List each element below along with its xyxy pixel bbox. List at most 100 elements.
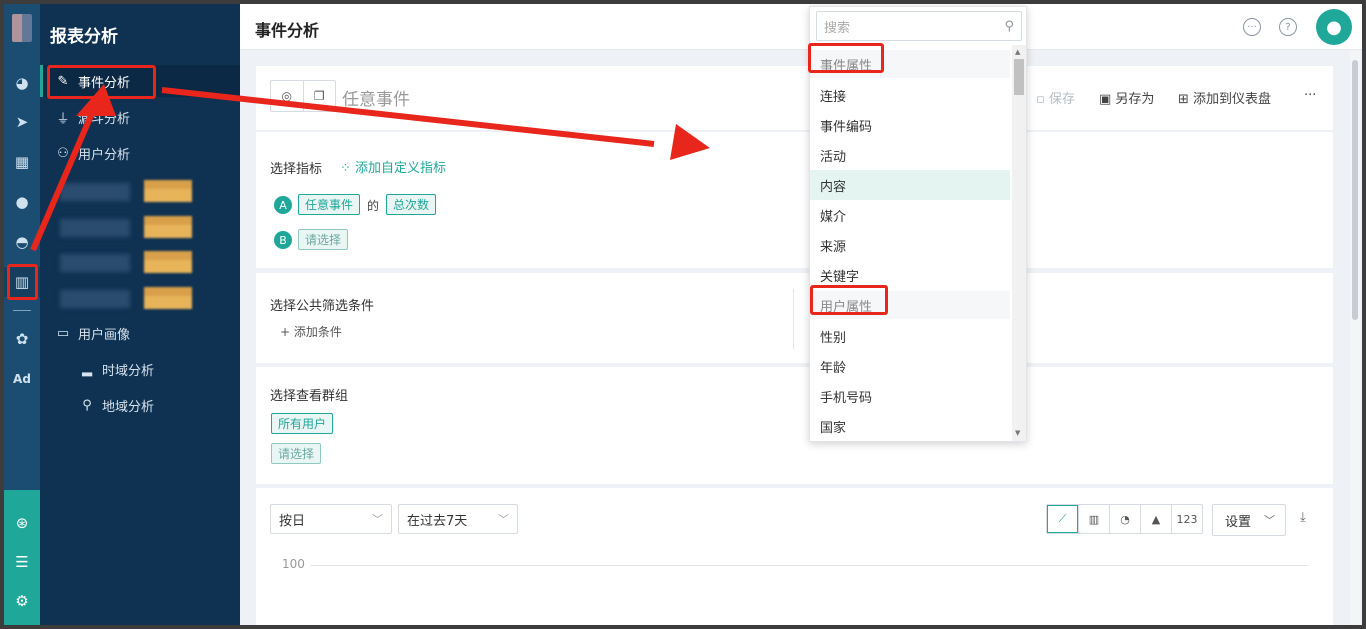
user-avatar[interactable]: ● bbox=[1316, 9, 1352, 45]
granularity-select[interactable]: 按日 ﹀ bbox=[270, 504, 392, 534]
rail-bottom-group: ⊛ ☰ ⚙ bbox=[4, 490, 40, 625]
disk-icon: ▣ bbox=[1099, 92, 1116, 107]
redacted-nav-item bbox=[60, 180, 220, 202]
nav-item-label: 地域分析 bbox=[102, 399, 155, 415]
dropdown-item[interactable]: 年龄 bbox=[810, 351, 1010, 381]
settings-button[interactable]: 设置 ﹀ bbox=[1212, 504, 1286, 536]
page-scroll-thumb[interactable] bbox=[1352, 60, 1358, 320]
add-condition-label: 添加条件 bbox=[293, 325, 342, 339]
event-card: ◎ ❐ 任意事件 ▫ 保存 ▣ 另存为 ⊞ 添加到仪表盘 ··· bbox=[256, 66, 1333, 130]
y-axis-tick: 100 bbox=[282, 557, 305, 571]
dropdown-item[interactable]: 活动 bbox=[810, 140, 1010, 170]
area-chart-icon[interactable]: ▲ bbox=[1140, 505, 1171, 533]
plus-icon: + bbox=[280, 325, 294, 339]
number-view-button[interactable]: 123 bbox=[1171, 505, 1202, 533]
add-custom-metric-link[interactable]: ⁘ 添加自定义指标 bbox=[340, 157, 446, 176]
grid-icon: ⁘ bbox=[340, 161, 356, 176]
dropdown-item[interactable]: 来源 bbox=[810, 230, 1010, 260]
metric-card: 选择指标 ⁘ 添加自定义指标 A 任意事件 的 总次数 B 请选择 bbox=[256, 132, 1333, 268]
save-as-label: 另存为 bbox=[1115, 92, 1155, 107]
layout-icon[interactable]: ▦ bbox=[4, 147, 40, 177]
top-bar: 事件分析 ··· ? ● bbox=[240, 4, 1362, 50]
dropdown-item[interactable]: 媒介 bbox=[810, 200, 1010, 230]
ad-icon[interactable]: Ad bbox=[4, 364, 40, 394]
send-icon[interactable]: ➤ bbox=[4, 107, 40, 137]
event-title[interactable]: 任意事件 bbox=[342, 85, 410, 110]
nav-item-user-portrait[interactable]: ▭ 用户画像 bbox=[40, 317, 240, 349]
dropdown-scroll-thumb[interactable] bbox=[1014, 59, 1024, 95]
event-icon-group[interactable]: ◎ ❐ bbox=[270, 80, 336, 112]
location-icon: ⚲ bbox=[82, 397, 92, 413]
page-scrollbar[interactable] bbox=[1350, 50, 1360, 625]
scroll-up-icon[interactable]: ▲ bbox=[1015, 48, 1020, 56]
dropdown-scrollbar[interactable]: ▲ ▼ bbox=[1012, 45, 1026, 441]
dropdown-item[interactable]: 性别 bbox=[810, 321, 1010, 351]
bar-chart-icon[interactable]: ▥ bbox=[1078, 505, 1109, 533]
user-icon: ⚇ bbox=[57, 145, 69, 161]
help-icon[interactable]: ? bbox=[1279, 18, 1297, 36]
server-icon[interactable]: ☰ bbox=[4, 547, 40, 577]
chevron-down-icon: ﹀ bbox=[498, 513, 509, 526]
person-icon[interactable]: ● bbox=[4, 187, 40, 217]
nav-item-region-analysis[interactable]: ⚲ 地域分析 bbox=[40, 389, 240, 421]
filter-card: 选择公共筛选条件 + 添加条件 bbox=[256, 273, 1333, 363]
view-switcher: ⟋ ▥ ◔ ▲ 123 bbox=[1046, 504, 1203, 534]
add-condition-button[interactable]: + 添加条件 bbox=[280, 323, 342, 340]
wechat-icon[interactable]: ✿ bbox=[4, 324, 40, 354]
download-icon[interactable]: ⤓ bbox=[1300, 510, 1306, 525]
save-button[interactable]: ▫ 保存 bbox=[1036, 88, 1075, 107]
granularity-value: 按日 bbox=[279, 513, 306, 529]
annotation-highlight-event-props bbox=[808, 43, 884, 73]
icon-rail: ◕ ➤ ▦ ● ◓ ▥ ✿ Ad ⊛ ☰ ⚙ bbox=[4, 4, 40, 625]
nav-item-label: 漏斗分析 bbox=[78, 111, 131, 127]
metric-badge-a: A bbox=[274, 196, 292, 214]
date-range-select[interactable]: 在过去7天 ﹀ bbox=[398, 504, 518, 534]
chevron-down-icon: ﹀ bbox=[372, 513, 383, 526]
people-icon[interactable]: ◓ bbox=[4, 227, 40, 257]
page-title: 事件分析 bbox=[255, 21, 320, 40]
add-to-dashboard-button[interactable]: ⊞ 添加到仪表盘 bbox=[1178, 88, 1271, 107]
dropdown-item[interactable]: 手机号码 bbox=[810, 381, 1010, 411]
nav-item-time-analysis[interactable]: ▂ 时域分析 bbox=[40, 353, 240, 385]
dropdown-item[interactable]: 内容 bbox=[810, 170, 1010, 200]
dropdown-item[interactable]: 连接 bbox=[810, 80, 1010, 110]
nav-item-user-analysis[interactable]: ⚇ 用户分析 bbox=[40, 137, 240, 169]
filter-label: 选择公共筛选条件 bbox=[270, 299, 375, 314]
hub-icon[interactable]: ⊛ bbox=[4, 508, 40, 538]
dropdown-item[interactable]: 事件编码 bbox=[810, 110, 1010, 140]
redacted-nav-item bbox=[60, 216, 220, 238]
measure-select-tag[interactable]: 总次数 bbox=[386, 194, 437, 215]
event-select-tag[interactable]: 任意事件 bbox=[298, 194, 361, 215]
filter-divider bbox=[793, 289, 794, 349]
nav-item-label: 用户画像 bbox=[78, 327, 131, 343]
message-icon[interactable]: ··· bbox=[1243, 18, 1261, 36]
bar-chart-icon: ▂ bbox=[82, 361, 92, 377]
copy-icon[interactable]: ❐ bbox=[302, 81, 336, 111]
more-button[interactable]: ··· bbox=[1304, 88, 1316, 103]
target-icon[interactable]: ◎ bbox=[271, 81, 303, 111]
annotation-highlight-user-props bbox=[810, 285, 888, 315]
dropdown-item[interactable]: 国家 bbox=[810, 411, 1010, 441]
rail-divider bbox=[13, 310, 31, 311]
of-text: 的 bbox=[367, 199, 380, 213]
group-label: 选择查看群组 bbox=[270, 389, 349, 404]
group-select[interactable]: 请选择 bbox=[271, 443, 322, 464]
save-as-button[interactable]: ▣ 另存为 bbox=[1099, 88, 1154, 107]
nav-item-funnel-analysis[interactable]: ⏚ 漏斗分析 bbox=[40, 101, 240, 133]
annotation-highlight-rail bbox=[7, 264, 38, 300]
annotation-highlight-nav bbox=[47, 65, 156, 99]
nav-item-label: 时域分析 bbox=[102, 363, 155, 379]
scroll-down-icon[interactable]: ▼ bbox=[1015, 429, 1020, 437]
chart-gridline bbox=[311, 565, 1308, 566]
dropdown-search-input[interactable]: 搜索 ⚲ bbox=[816, 11, 1022, 41]
line-chart-icon[interactable]: ⟋ bbox=[1047, 505, 1078, 533]
chart-card: 按日 ﹀ 在过去7天 ﹀ ⟋ ▥ ◔ ▲ 123 设置 ﹀ ⤓ 100 bbox=[256, 488, 1333, 625]
all-users-tag[interactable]: 所有用户 bbox=[271, 413, 334, 434]
pie-chart-icon[interactable]: ◔ bbox=[1109, 505, 1140, 533]
settings-label: 设置 bbox=[1225, 514, 1252, 530]
metric-b-select[interactable]: 请选择 bbox=[298, 229, 349, 250]
dashboard-icon[interactable]: ◕ bbox=[4, 68, 40, 98]
settings-gear-icon[interactable]: ⚙ bbox=[4, 586, 40, 616]
redacted-nav-item bbox=[60, 287, 220, 309]
redacted-nav-item bbox=[60, 251, 220, 273]
